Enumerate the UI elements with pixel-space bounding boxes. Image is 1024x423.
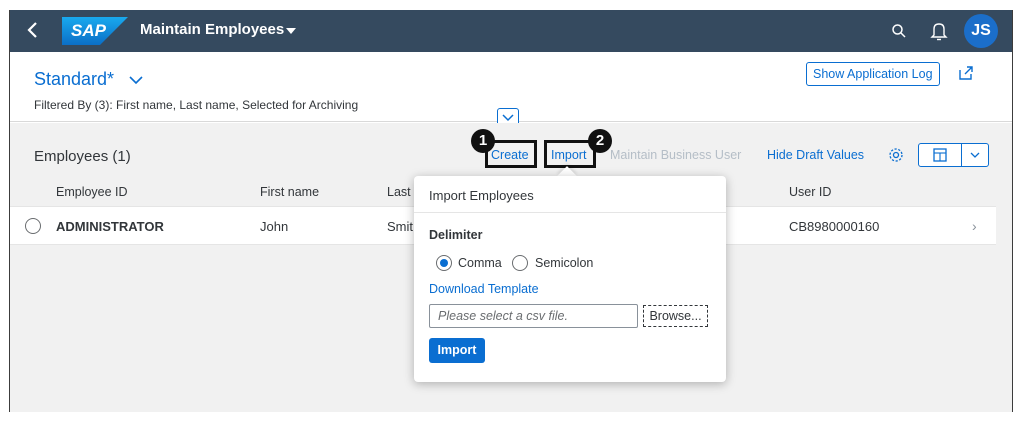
- search-icon[interactable]: [890, 22, 908, 40]
- export-button[interactable]: [918, 143, 962, 167]
- column-header-first-name[interactable]: First name: [260, 185, 319, 199]
- bell-icon[interactable]: [930, 21, 948, 41]
- table-title: Employees (1): [34, 148, 131, 165]
- cell-last-name: Smit: [387, 219, 413, 234]
- row-select-radio[interactable]: [25, 218, 41, 234]
- filter-summary: Filtered By (3): First name, Last name, …: [34, 98, 359, 112]
- back-icon[interactable]: [26, 20, 46, 42]
- app-frame: SAP Maintain Employees JS Standard* Filt…: [9, 10, 1013, 412]
- show-application-log-button[interactable]: Show Application Log: [806, 62, 940, 86]
- chevron-down-icon[interactable]: [128, 73, 144, 87]
- caret-down-icon[interactable]: [286, 28, 296, 34]
- semicolon-radio[interactable]: [512, 255, 528, 271]
- export-menu-button[interactable]: [961, 143, 989, 167]
- share-icon[interactable]: [958, 65, 974, 81]
- cell-user-id: CB8980000160: [789, 219, 880, 234]
- import-employees-popover: Import Employees Delimiter Comma Semicol…: [414, 176, 726, 382]
- delimiter-label: Delimiter: [429, 228, 483, 242]
- avatar[interactable]: JS: [964, 14, 998, 48]
- maintain-business-user-button[interactable]: Maintain Business User: [610, 148, 741, 162]
- comma-label[interactable]: Comma: [458, 256, 502, 270]
- column-header-user-id[interactable]: User ID: [789, 185, 831, 199]
- gear-icon[interactable]: [888, 147, 904, 163]
- variant-selector[interactable]: Standard*: [34, 69, 114, 90]
- callout-badge-1: 1: [471, 129, 495, 153]
- csv-file-input[interactable]: [429, 304, 638, 328]
- download-template-link[interactable]: Download Template: [429, 282, 539, 296]
- divider: [414, 212, 726, 213]
- hide-draft-values-button[interactable]: Hide Draft Values: [767, 148, 864, 162]
- browse-button[interactable]: Browse...: [643, 305, 708, 327]
- logo-text: SAP: [71, 21, 106, 40]
- popover-title: Import Employees: [429, 188, 534, 203]
- column-header-employee-id[interactable]: Employee ID: [56, 185, 128, 199]
- semicolon-label[interactable]: Semicolon: [535, 256, 593, 270]
- column-header-last-name[interactable]: Last: [387, 185, 411, 199]
- app-title[interactable]: Maintain Employees: [140, 21, 284, 38]
- chevron-right-icon[interactable]: ›: [972, 218, 977, 234]
- callout-badge-2: 2: [588, 129, 612, 153]
- shell-bar: SAP Maintain Employees JS: [10, 10, 1012, 52]
- cell-first-name: John: [260, 219, 289, 234]
- cell-employee-id: ADMINISTRATOR: [56, 219, 164, 234]
- sap-logo[interactable]: SAP: [62, 17, 128, 45]
- comma-radio[interactable]: [436, 255, 452, 271]
- import-submit-button[interactable]: Import: [429, 338, 485, 363]
